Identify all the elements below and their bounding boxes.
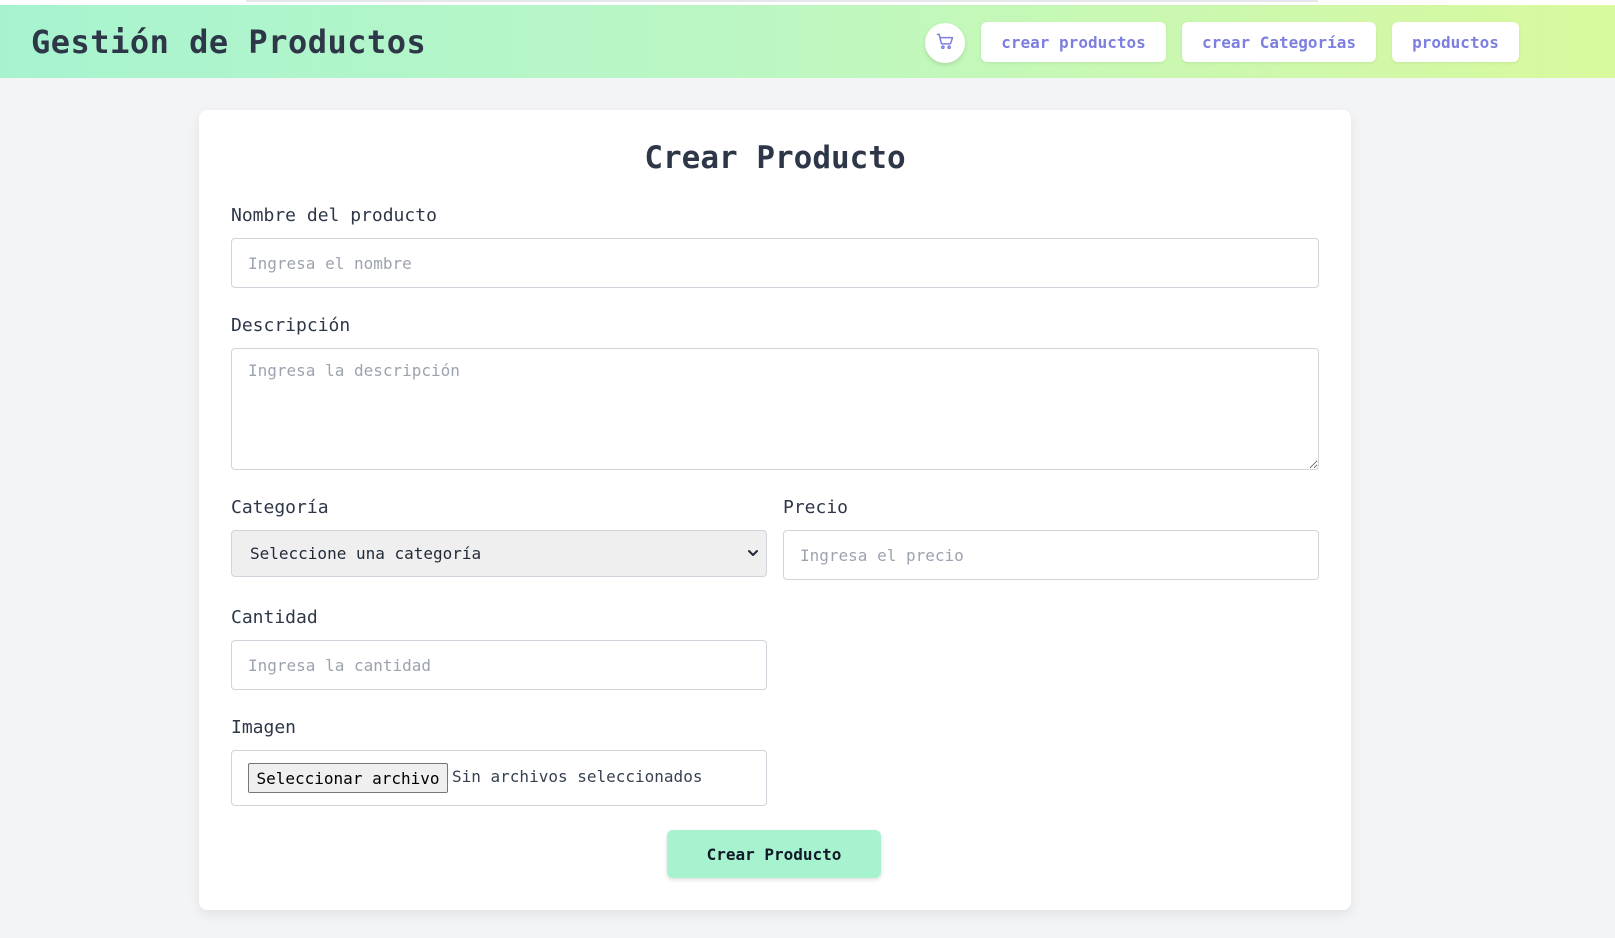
- description-label: Descripción: [231, 315, 351, 336]
- app-header: Gestión de Productos crear productos cre…: [0, 5, 1615, 78]
- shopping-cart-icon: [935, 31, 955, 55]
- select-file-button[interactable]: Seleccionar archivo: [248, 763, 448, 793]
- cart-button[interactable]: [925, 23, 965, 63]
- category-selected-value: Seleccione una categoría: [250, 544, 482, 563]
- create-product-card: Crear Producto Nombre del producto Descr…: [199, 110, 1351, 910]
- file-status: Sin archivos seleccionados: [452, 767, 703, 786]
- image-file-input: Seleccionar archivo Sin archivos selecci…: [231, 750, 767, 806]
- product-name-input[interactable]: [231, 238, 1319, 288]
- image-label: Imagen: [231, 717, 297, 738]
- chevron-down-icon: [746, 545, 760, 564]
- quantity-label: Cantidad: [231, 607, 318, 628]
- name-label: Nombre del producto: [231, 205, 437, 226]
- app-title: Gestión de Productos: [31, 23, 427, 61]
- nav-productos[interactable]: productos: [1392, 22, 1519, 62]
- nav-crear-categorias[interactable]: crear Categorías: [1182, 22, 1376, 62]
- nav-crear-productos[interactable]: crear productos: [981, 22, 1166, 62]
- scroll-indicator: [246, 0, 1318, 2]
- form-title: Crear Producto: [644, 140, 906, 176]
- description-textarea[interactable]: [231, 348, 1319, 470]
- price-input[interactable]: [783, 530, 1319, 580]
- category-select[interactable]: Seleccione una categoría: [231, 530, 767, 577]
- quantity-input[interactable]: [231, 640, 767, 690]
- category-label: Categoría: [231, 497, 329, 518]
- create-product-button[interactable]: Crear Producto: [667, 830, 881, 878]
- price-label: Precio: [783, 497, 849, 518]
